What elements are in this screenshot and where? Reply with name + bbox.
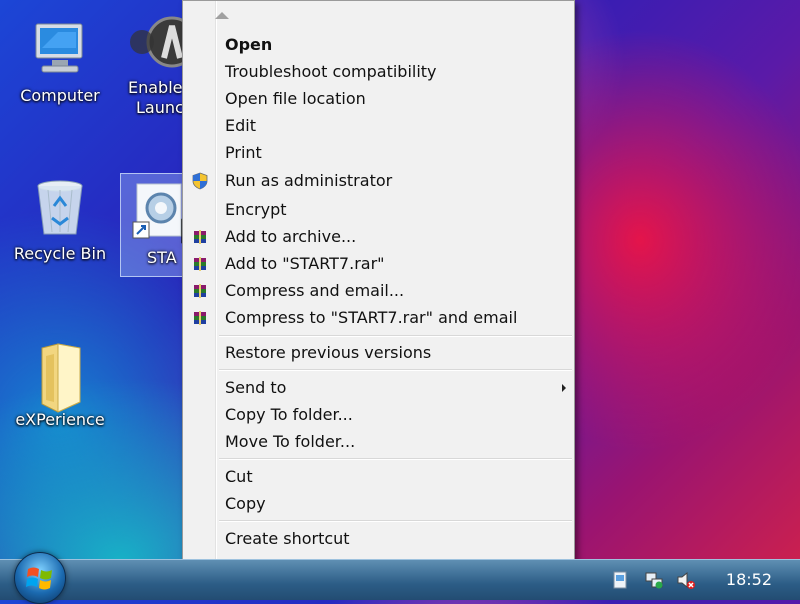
- windows-logo-icon: [26, 567, 52, 590]
- winrar-icon: [194, 257, 206, 271]
- menu-item-label: Compress and email...: [225, 281, 405, 300]
- desktop-icon-computer[interactable]: Computer: [10, 18, 110, 106]
- menu-item-open[interactable]: Open: [225, 33, 564, 57]
- menu-item-label: Print: [225, 143, 262, 162]
- winrar-icon: [194, 311, 206, 325]
- clock[interactable]: 18:52: [726, 570, 772, 590]
- action-center-icon[interactable]: [610, 570, 630, 590]
- submenu-arrow-icon: [562, 384, 566, 392]
- menu-separator: [219, 335, 572, 337]
- menu-item-copy-to-folder[interactable]: Copy To folder...: [225, 403, 564, 427]
- menu-item-add-to-start7-rar[interactable]: Add to "START7.rar": [194, 252, 564, 276]
- menu-item-label: Encrypt: [225, 200, 287, 219]
- shortcut-gear-icon: [131, 180, 185, 244]
- menu-item-print[interactable]: Print: [225, 141, 564, 165]
- menu-item-label: Add to "START7.rar": [225, 254, 385, 273]
- menu-item-compress-to-start7-rar-and-email[interactable]: Compress to "START7.rar" and email: [194, 306, 564, 330]
- menu-item-label: Move To folder...: [225, 432, 356, 451]
- network-icon[interactable]: [644, 570, 664, 590]
- menu-separator: [219, 458, 572, 460]
- menu-item-label: Send to: [225, 378, 287, 397]
- desktop-icon-label: Computer: [20, 86, 100, 105]
- menu-item-create-shortcut[interactable]: Create shortcut: [225, 527, 564, 551]
- menu-item-add-to-archive[interactable]: Add to archive...: [194, 225, 564, 249]
- menu-item-label: Cut: [225, 467, 253, 486]
- winrar-icon: [194, 284, 206, 298]
- context-menu: Open Troubleshoot compatibility Open fil…: [182, 0, 575, 580]
- menu-item-label: Open file location: [225, 89, 366, 108]
- menu-item-label: Restore previous versions: [225, 343, 432, 362]
- menu-item-run-as-administrator[interactable]: Run as administrator: [192, 169, 564, 193]
- menu-item-label: Run as administrator: [225, 171, 393, 190]
- menu-item-encrypt[interactable]: Encrypt: [225, 198, 564, 222]
- taskbar: 18:52: [0, 552, 800, 604]
- menu-item-label: Copy To folder...: [225, 405, 353, 424]
- menu-item-copy[interactable]: Copy: [225, 492, 564, 516]
- recycle-bin-icon: [28, 176, 92, 240]
- desktop-icon-recycle-bin[interactable]: Recycle Bin: [10, 176, 110, 264]
- menu-icon-gutter: [215, 1, 217, 579]
- folder-icon: [28, 342, 92, 413]
- uac-shield-icon: [192, 172, 208, 190]
- start-button[interactable]: [14, 552, 66, 604]
- system-tray: 18:52: [600, 560, 800, 600]
- menu-item-restore-previous-versions[interactable]: Restore previous versions: [225, 341, 564, 365]
- computer-icon: [28, 18, 92, 82]
- menu-item-troubleshoot-compatibility[interactable]: Troubleshoot compatibility: [225, 60, 564, 84]
- menu-separator: [219, 369, 572, 371]
- menu-item-label: Add to archive...: [225, 227, 357, 246]
- desktop-icon-label: Recycle Bin: [13, 244, 107, 263]
- winrar-icon: [194, 230, 206, 244]
- volume-muted-icon[interactable]: [676, 570, 696, 590]
- menu-item-label: Create shortcut: [225, 529, 350, 548]
- menu-item-open-file-location[interactable]: Open file location: [225, 87, 564, 111]
- menu-item-label: Compress to "START7.rar" and email: [225, 308, 518, 327]
- menu-item-label: Troubleshoot compatibility: [225, 62, 437, 81]
- menu-separator: [219, 520, 572, 522]
- menu-item-cut[interactable]: Cut: [225, 465, 564, 489]
- menu-item-move-to-folder[interactable]: Move To folder...: [225, 430, 564, 454]
- desktop-icon-experience[interactable]: eXPerience: [10, 342, 110, 430]
- menu-item-send-to[interactable]: Send to: [225, 376, 566, 400]
- desktop-icon-label: STA: [147, 248, 177, 267]
- menu-item-edit[interactable]: Edit: [225, 114, 564, 138]
- menu-scroll-up-icon[interactable]: [215, 12, 229, 19]
- menu-item-label: Open: [225, 35, 273, 54]
- menu-item-label: Edit: [225, 116, 256, 135]
- desktop-icon-start7[interactable]: STA: [120, 173, 186, 277]
- menu-item-compress-and-email[interactable]: Compress and email...: [194, 279, 564, 303]
- menu-item-label: Copy: [225, 494, 266, 513]
